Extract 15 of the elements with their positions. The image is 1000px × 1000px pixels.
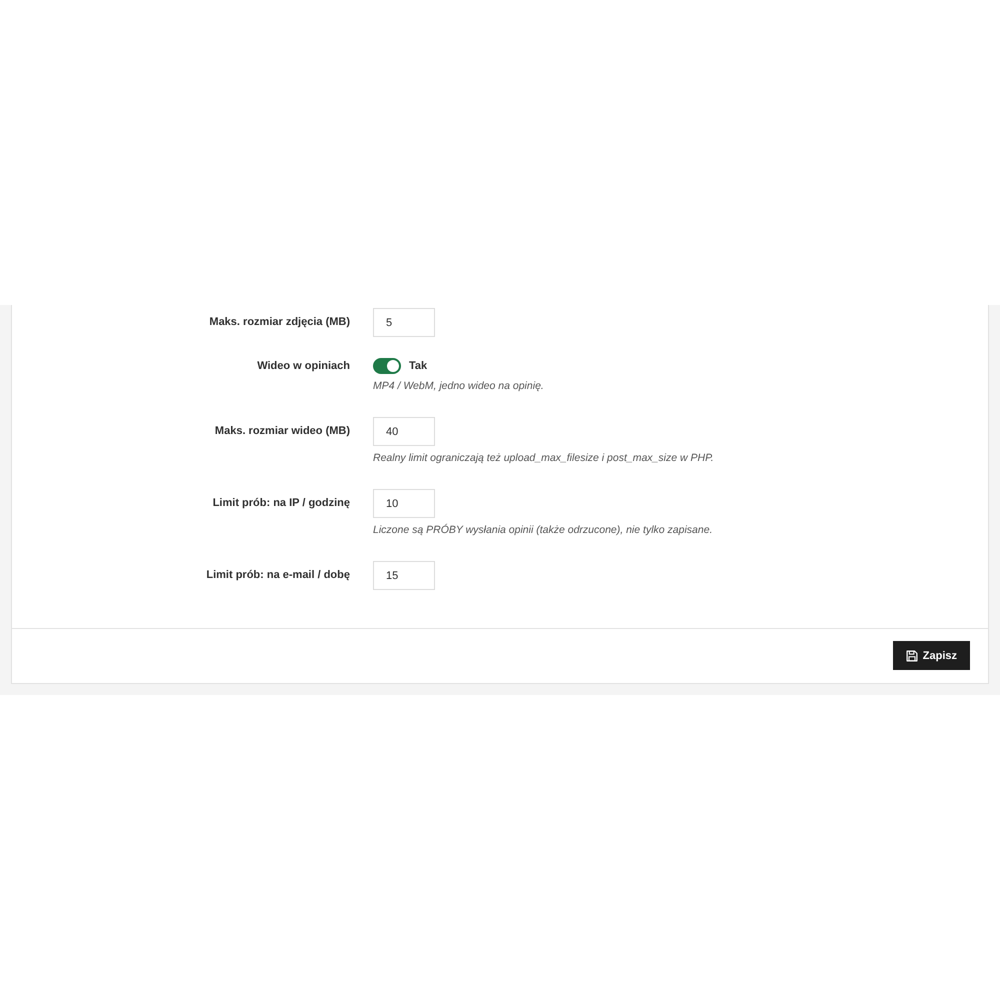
save-button[interactable]: Zapisz bbox=[892, 641, 970, 670]
help-text: MP4 / WebM, jedno wideo na opinię. bbox=[373, 379, 544, 393]
number-input[interactable]: 5 bbox=[373, 308, 435, 337]
toggle-label: Tak bbox=[409, 360, 428, 372]
field-label: Maks. rozmiar zdjęcia (MB) bbox=[209, 315, 350, 330]
number-input[interactable]: 15 bbox=[373, 561, 435, 590]
field-label: Wideo w opiniach bbox=[257, 359, 350, 374]
field-label: Limit prób: na e-mail / dobę bbox=[206, 568, 350, 583]
help-text: Liczone są PRÓBY wysłania opinii (także odrzucone), nie tylko zapisane. bbox=[373, 523, 712, 537]
field-label: Maks. rozmiar wideo (MB) bbox=[214, 424, 350, 439]
toggle-switch[interactable] bbox=[373, 358, 401, 374]
number-input[interactable]: 10 bbox=[373, 489, 435, 518]
number-input[interactable]: 40 bbox=[373, 417, 435, 446]
field-label: Limit prób: na IP / godzinę bbox=[212, 496, 350, 511]
help-text: Realny limit ograniczają też upload_max_filesize i post_max_size w PHP. bbox=[373, 451, 714, 465]
